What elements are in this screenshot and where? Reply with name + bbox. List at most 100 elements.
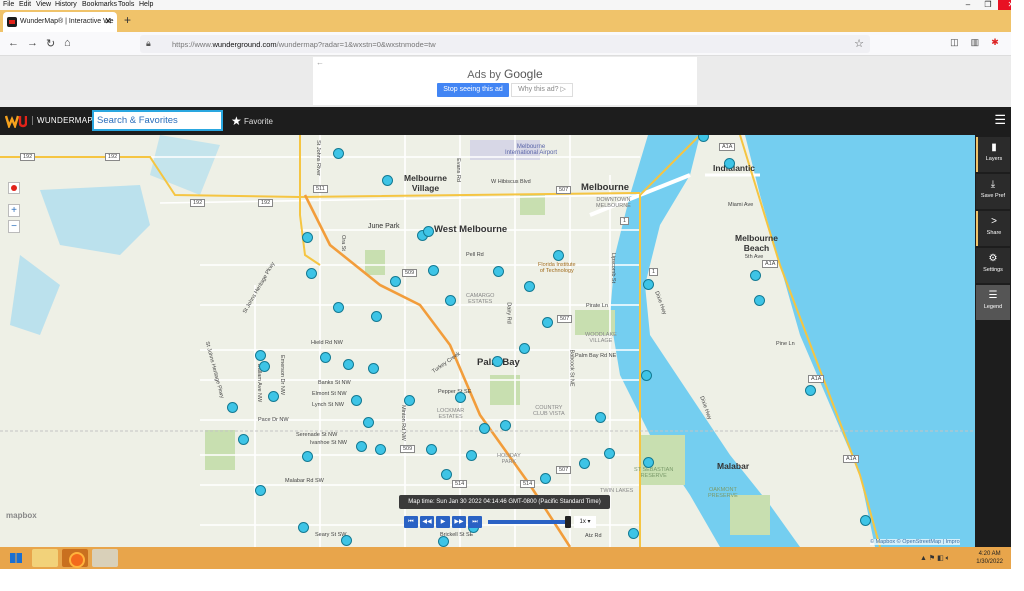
weather-station-marker[interactable] bbox=[441, 469, 452, 480]
weather-station-marker[interactable] bbox=[524, 281, 535, 292]
weather-station-marker[interactable] bbox=[371, 311, 382, 322]
weather-station-marker[interactable] bbox=[604, 448, 615, 459]
paint-app-icon[interactable] bbox=[92, 549, 118, 567]
weather-station-marker[interactable] bbox=[255, 485, 266, 496]
weather-station-marker[interactable] bbox=[493, 266, 504, 277]
play-icon[interactable]: ▶ bbox=[436, 516, 450, 528]
weather-station-marker[interactable] bbox=[553, 250, 564, 261]
menu-help[interactable]: Help bbox=[139, 1, 153, 8]
reload-icon[interactable]: ↻ bbox=[46, 37, 55, 50]
weather-station-marker[interactable] bbox=[298, 522, 309, 533]
weather-station-marker[interactable] bbox=[595, 412, 606, 423]
weather-station-marker[interactable] bbox=[306, 268, 317, 279]
map-canvas[interactable]: Melbourne Village Melbourne West Melbourn… bbox=[0, 135, 975, 547]
weather-station-marker[interactable] bbox=[492, 356, 503, 367]
weather-station-marker[interactable] bbox=[643, 457, 654, 468]
weather-station-marker[interactable] bbox=[540, 473, 551, 484]
weather-station-marker[interactable] bbox=[750, 270, 761, 281]
weather-station-marker[interactable] bbox=[754, 295, 765, 306]
wunderground-logo-icon[interactable] bbox=[5, 114, 27, 128]
search-input[interactable]: Search & Favorites bbox=[92, 110, 223, 131]
weather-station-marker[interactable] bbox=[255, 350, 266, 361]
weather-station-marker[interactable] bbox=[343, 359, 354, 370]
timeline-handle[interactable] bbox=[565, 516, 571, 528]
step-forward-icon[interactable]: ▶▶ bbox=[452, 516, 466, 528]
extension-icon[interactable]: ✱ bbox=[991, 37, 999, 48]
sidebar-icon[interactable]: ▥ bbox=[971, 37, 980, 48]
file-explorer-icon[interactable] bbox=[32, 549, 58, 567]
weather-station-marker[interactable] bbox=[579, 458, 590, 469]
weather-station-marker[interactable] bbox=[333, 148, 344, 159]
settings-button[interactable]: ⚙ Settings bbox=[976, 248, 1010, 283]
weather-station-marker[interactable] bbox=[259, 361, 270, 372]
ad-back-arrow-icon[interactable]: ← bbox=[316, 58, 324, 67]
weather-station-marker[interactable] bbox=[628, 528, 639, 539]
step-back-icon[interactable]: ◀◀ bbox=[420, 516, 434, 528]
back-icon[interactable]: ← bbox=[8, 37, 19, 49]
weather-station-marker[interactable] bbox=[341, 535, 352, 546]
bookmark-star-icon[interactable]: ☆ bbox=[854, 37, 864, 50]
menu-history[interactable]: History bbox=[55, 1, 77, 8]
weather-station-marker[interactable] bbox=[404, 395, 415, 406]
weather-station-marker[interactable] bbox=[641, 370, 652, 381]
skip-to-end-icon[interactable]: ⏭ bbox=[468, 516, 482, 528]
weather-station-marker[interactable] bbox=[320, 352, 331, 363]
weather-station-marker[interactable] bbox=[426, 444, 437, 455]
share-button[interactable]: > Share bbox=[976, 211, 1010, 246]
tab-wundermap[interactable]: WunderMap® | Interactive We ✕ bbox=[3, 12, 117, 32]
zoom-in-button[interactable]: + bbox=[8, 204, 20, 217]
weather-station-marker[interactable] bbox=[423, 226, 434, 237]
menu-bookmarks[interactable]: Bookmarks bbox=[82, 1, 117, 8]
clock[interactable]: 4:20 AM 1/30/2022 bbox=[976, 550, 1003, 566]
close-tab-icon[interactable]: ✕ bbox=[104, 16, 112, 27]
restore-icon[interactable]: ❐ bbox=[978, 0, 998, 10]
minimize-icon[interactable]: – bbox=[958, 0, 978, 10]
weather-station-marker[interactable] bbox=[268, 391, 279, 402]
weather-station-marker[interactable] bbox=[479, 423, 490, 434]
weather-station-marker[interactable] bbox=[382, 175, 393, 186]
save-pref-button[interactable]: ⤓ Save Pref bbox=[976, 174, 1010, 209]
weather-station-marker[interactable] bbox=[455, 392, 466, 403]
menu-edit[interactable]: Edit bbox=[19, 1, 31, 8]
weather-station-marker[interactable] bbox=[428, 265, 439, 276]
weather-station-marker[interactable] bbox=[333, 302, 344, 313]
favorite-button[interactable]: ★ Favorite bbox=[231, 114, 273, 128]
firefox-icon[interactable] bbox=[62, 549, 88, 568]
weather-station-marker[interactable] bbox=[302, 232, 313, 243]
layers-button[interactable]: ▮ Layers bbox=[976, 137, 1010, 172]
weather-station-marker[interactable] bbox=[466, 450, 477, 461]
home-icon[interactable]: ⌂ bbox=[64, 37, 71, 49]
weather-station-marker[interactable] bbox=[438, 536, 449, 547]
weather-station-marker[interactable] bbox=[363, 417, 374, 428]
menu-view[interactable]: View bbox=[36, 1, 51, 8]
why-this-ad-button[interactable]: Why this ad? ▷ bbox=[511, 83, 573, 97]
address-bar[interactable]: 🔒︎ https://www.wunderground.com/wunderma… bbox=[140, 35, 870, 53]
weather-station-marker[interactable] bbox=[643, 279, 654, 290]
weather-station-marker[interactable] bbox=[445, 295, 456, 306]
weather-station-marker[interactable] bbox=[302, 451, 313, 462]
zoom-out-button[interactable]: − bbox=[8, 220, 20, 233]
weather-station-marker[interactable] bbox=[390, 276, 401, 287]
weather-station-marker[interactable] bbox=[724, 158, 735, 169]
stop-seeing-ad-button[interactable]: Stop seeing this ad bbox=[437, 83, 509, 97]
page-scrollbar[interactable] bbox=[1011, 0, 1024, 591]
skip-to-start-icon[interactable]: ⏮ bbox=[404, 516, 418, 528]
weather-station-marker[interactable] bbox=[519, 343, 530, 354]
menu-tools[interactable]: Tools bbox=[118, 1, 134, 8]
hamburger-menu-icon[interactable]: ☰ bbox=[994, 112, 1006, 128]
weather-station-marker[interactable] bbox=[542, 317, 553, 328]
weather-station-marker[interactable] bbox=[227, 402, 238, 413]
forward-icon[interactable]: → bbox=[27, 37, 38, 49]
weather-station-marker[interactable] bbox=[500, 420, 511, 431]
menu-file[interactable]: File bbox=[3, 1, 14, 8]
weather-station-marker[interactable] bbox=[860, 515, 871, 526]
weather-station-marker[interactable] bbox=[238, 434, 249, 445]
weather-station-marker[interactable] bbox=[805, 385, 816, 396]
weather-station-marker[interactable] bbox=[368, 363, 379, 374]
new-tab-icon[interactable]: + bbox=[124, 13, 131, 27]
weather-station-marker[interactable] bbox=[375, 444, 386, 455]
timeline-slider[interactable] bbox=[488, 516, 571, 528]
legend-button[interactable]: ☰ Legend bbox=[976, 285, 1010, 320]
lock-icon[interactable]: 🔒︎ bbox=[146, 38, 151, 49]
map-attribution[interactable]: © Mapbox © OpenStreetMap | Impro bbox=[870, 539, 960, 545]
